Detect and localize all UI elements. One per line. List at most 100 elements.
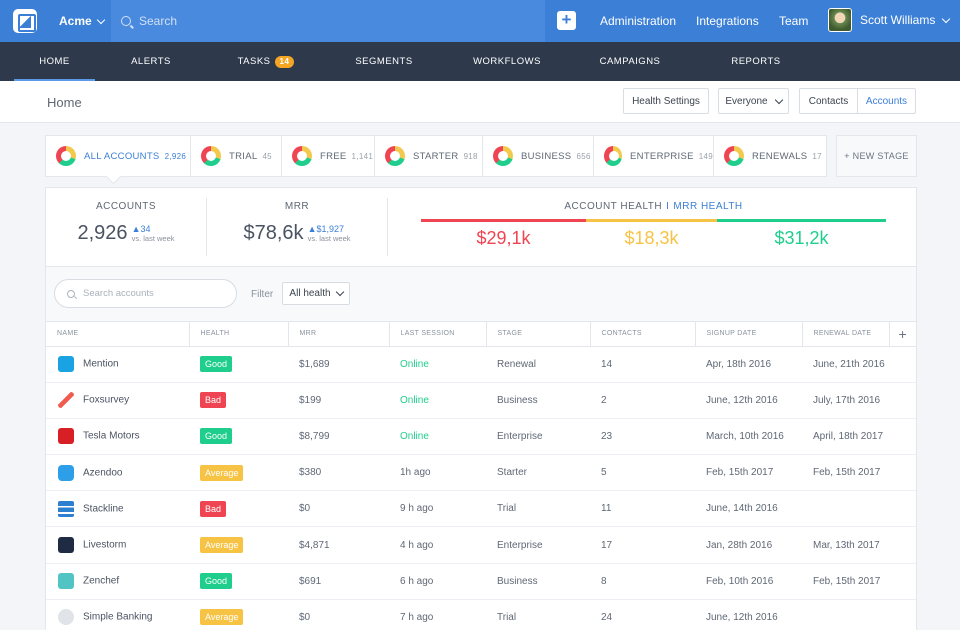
table-row[interactable]: Azendoo Average $380 1h ago Starter 5 Feb, 15t…	[46, 454, 916, 492]
health-donut-icon	[201, 146, 221, 166]
account-name-cell[interactable]: Simple Banking	[46, 599, 189, 630]
stage-count: 45	[262, 151, 272, 161]
account-name-cell[interactable]: Mention	[46, 346, 189, 383]
table-row[interactable]: Livestorm Average $4,871 4 h ago Enterprise 1…	[46, 526, 916, 564]
stage-all-accounts[interactable]: ALL ACCOUNTS 2,926	[46, 136, 191, 176]
contacts-cell: 8	[590, 563, 695, 600]
kpi-value: 2,926	[77, 222, 128, 244]
tab-campaigns[interactable]: CAMPAIGNS	[590, 42, 670, 81]
health-badge: Bad	[200, 392, 227, 409]
health-badge: Average	[200, 464, 244, 481]
stage-count: 149	[698, 151, 713, 161]
mrr-health-label[interactable]: MRR HEALTH	[673, 201, 742, 212]
tasks-count-badge: 14	[274, 56, 295, 68]
col-contacts[interactable]: CONTACTS	[590, 322, 696, 347]
table-row[interactable]: Zenchef Good $691 6 h ago Business 8 Feb, 10th…	[46, 563, 916, 600]
account-name-cell[interactable]: Zenchef	[46, 563, 189, 600]
tab-segments[interactable]: SEGMENTS	[346, 42, 422, 81]
kpi-delta-caption: vs. last week	[307, 233, 351, 243]
account-name-cell[interactable]: Tesla Motors	[46, 418, 189, 456]
divider	[387, 198, 388, 256]
mrr-cell: $1,689	[288, 346, 389, 383]
stage-count: 17	[812, 151, 822, 161]
app-logo-icon[interactable]	[13, 9, 37, 33]
health-badge: Bad	[200, 500, 227, 517]
tab-home[interactable]: HOME	[14, 42, 95, 81]
col-stage[interactable]: STAGE	[486, 322, 591, 347]
account-name-cell[interactable]: Livestorm	[46, 526, 189, 564]
azendoo-logo-icon	[58, 464, 74, 481]
search-accounts-input[interactable]	[83, 288, 223, 299]
table-row[interactable]: Mention Good $1,689 Online Renewal 14 Apr, 18t…	[46, 346, 916, 383]
nav-administration[interactable]: Administration	[600, 0, 676, 42]
stage-cell: Business	[486, 563, 590, 600]
health-donut-icon	[292, 146, 312, 166]
tab-tasks[interactable]: TASKS 14	[226, 42, 306, 81]
health-cell: Good	[189, 346, 288, 383]
renewal-date-cell: Mar, 13th 2017	[802, 526, 889, 564]
table-row[interactable]: Simple Banking Average $0 7 h ago Trial 24 Jun…	[46, 599, 916, 630]
stage-free[interactable]: FREE 1,141	[282, 136, 375, 176]
add-column-button[interactable]: +	[889, 322, 916, 347]
col-name[interactable]: NAME	[46, 322, 190, 347]
stage-business[interactable]: BUSINESS 656	[483, 136, 594, 176]
health-cell: Average	[189, 526, 288, 564]
mrr-cell: $4,871	[288, 526, 389, 564]
new-stage-button[interactable]: + NEW STAGE	[836, 135, 917, 177]
health-settings-button[interactable]: Health Settings	[623, 88, 709, 114]
col-health[interactable]: HEALTH	[189, 322, 289, 347]
create-button[interactable]: +	[557, 11, 576, 30]
stage-trial[interactable]: TRIAL 45	[191, 136, 282, 176]
tab-reports[interactable]: REPORTS	[721, 42, 791, 81]
stage-starter[interactable]: STARTER 918	[375, 136, 483, 176]
account-search[interactable]	[54, 279, 237, 308]
col-last-session[interactable]: LAST SESSION	[389, 322, 487, 347]
signup-date-cell: March, 10th 2016	[695, 418, 802, 456]
account-name-cell[interactable]: Stackline	[46, 490, 189, 528]
last-session-cell: Online	[389, 382, 486, 419]
stage-cell: Starter	[486, 454, 590, 492]
mrr-cell: $8,799	[288, 418, 389, 456]
col-renewal-date[interactable]: RENEWAL DATE	[802, 322, 890, 347]
health-cell: Good	[189, 563, 288, 600]
col-mrr[interactable]: MRR	[288, 322, 390, 347]
chevron-down-icon	[335, 287, 344, 297]
table-row[interactable]: Tesla Motors Good $8,799 Online Enterprise 23…	[46, 418, 916, 456]
everyone-dropdown[interactable]: Everyone	[718, 88, 789, 114]
renewal-date-cell	[802, 599, 889, 630]
last-session-cell: 9 h ago	[389, 490, 486, 528]
health-value-good: $31,2k	[774, 228, 829, 248]
table-toolbar: Filter All health	[46, 266, 916, 322]
account-name-cell[interactable]: Azendoo	[46, 454, 189, 492]
global-search[interactable]	[111, 0, 545, 42]
org-switcher[interactable]: Acme	[59, 14, 105, 28]
stage-label: ALL ACCOUNTS	[84, 150, 160, 162]
page-title: Home	[47, 95, 82, 110]
health-cell: Bad	[189, 382, 288, 419]
nav-integrations[interactable]: Integrations	[696, 0, 759, 42]
contacts-cell: 5	[590, 454, 695, 492]
accounts-toggle[interactable]: Accounts	[857, 89, 915, 113]
global-search-input[interactable]	[139, 14, 519, 28]
health-filter-dropdown[interactable]: All health	[282, 282, 350, 305]
nav-team[interactable]: Team	[779, 0, 808, 42]
health-badge: Good	[200, 356, 233, 373]
contacts-toggle[interactable]: Contacts	[800, 89, 857, 113]
stage-count: 2,926	[164, 151, 187, 161]
stage-renewals[interactable]: RENEWALS 17	[714, 136, 826, 176]
account-name-cell[interactable]: Foxsurvey	[46, 382, 189, 419]
table-row[interactable]: Foxsurvey Bad $199 Online Business 2 June, 12t…	[46, 382, 916, 419]
stage-count: 1,141	[351, 151, 374, 161]
table-row[interactable]: Stackline Bad $0 9 h ago Trial 11 June, 14th 2…	[46, 490, 916, 528]
col-signup-date[interactable]: SIGNUP DATE	[695, 322, 803, 347]
health-badge: Good	[200, 428, 233, 445]
tab-workflows[interactable]: WORKFLOWS	[465, 42, 549, 81]
account-health-label[interactable]: ACCOUNT HEALTH	[564, 201, 662, 212]
signup-date-cell: Feb, 15th 2017	[695, 454, 802, 492]
stage-enterprise[interactable]: ENTERPRISE 149	[594, 136, 714, 176]
user-menu[interactable]: Scott Williams	[828, 8, 951, 32]
last-session-cell: 7 h ago	[389, 599, 486, 630]
tab-alerts[interactable]: ALERTS	[120, 42, 182, 81]
health-badge: Average	[200, 537, 244, 554]
last-session-cell: 4 h ago	[389, 526, 486, 564]
